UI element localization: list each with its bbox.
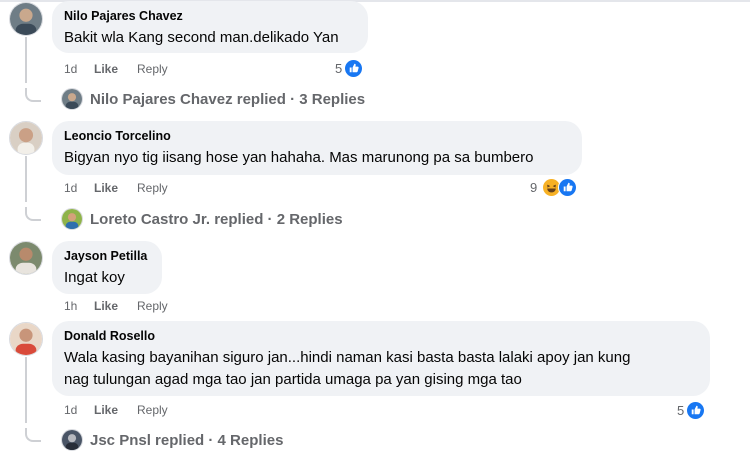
comment-author[interactable]: Jayson Petilla <box>64 249 150 264</box>
view-replies-link[interactable]: Nilo Pajares Chavez replied · 3 Replies <box>90 91 365 109</box>
avatar-icon <box>10 323 42 355</box>
comment-text: Ingat koy <box>64 269 125 286</box>
comment-actions: 1d Like Reply <box>64 181 168 195</box>
like-button[interactable]: Like <box>94 62 137 76</box>
avatar[interactable] <box>9 121 43 155</box>
avatar[interactable] <box>9 2 43 36</box>
comment-actions: 1d Like Reply <box>64 62 168 76</box>
thread-connector <box>25 207 41 221</box>
comment-time[interactable]: 1d <box>64 181 94 195</box>
avatar-icon <box>10 122 42 154</box>
comment-time[interactable]: 1h <box>64 299 94 313</box>
like-icon <box>558 178 578 197</box>
comment-author[interactable]: Leoncio Torcelino <box>64 129 570 144</box>
reply-avatar <box>61 429 83 451</box>
comment-text: Bakit wla Kang second man.delikado Yan <box>64 29 339 46</box>
view-replies-link[interactable]: Jsc Pnsl replied · 4 Replies <box>90 432 283 450</box>
comment-bubble: Leoncio Torcelino Bigyan nyo tig iisang … <box>52 121 582 175</box>
thread-line <box>25 156 27 202</box>
comment-time[interactable]: 1d <box>64 403 94 417</box>
reply-button[interactable]: Reply <box>137 299 168 313</box>
reply-button[interactable]: Reply <box>137 403 168 417</box>
avatar[interactable] <box>9 241 43 275</box>
comment-text-line-2: nag tulungan agad mga tao jan partida um… <box>64 371 522 388</box>
comment-time[interactable]: 1d <box>64 62 94 76</box>
comment-author[interactable]: Donald Rosello <box>64 329 698 344</box>
comment-author[interactable]: Nilo Pajares Chavez <box>64 9 356 24</box>
like-button[interactable]: Like <box>94 181 137 195</box>
avatar-icon <box>10 242 42 274</box>
reaction-summary[interactable]: 5 <box>677 401 706 420</box>
comment-bubble: Donald Rosello Wala kasing bayanihan sig… <box>52 321 710 396</box>
reply-avatar <box>61 88 83 110</box>
reaction-count: 5 <box>677 403 685 418</box>
comment-text: Bigyan nyo tig iisang hose yan hahaha. M… <box>64 149 534 166</box>
comment-bubble: Jayson Petilla Ingat koy <box>52 241 162 294</box>
comment-text-line-1: Wala kasing bayanihan siguro jan...hindi… <box>64 349 631 366</box>
thread-line <box>25 357 27 423</box>
comment-actions: 1d Like Reply <box>64 403 168 417</box>
avatar-icon <box>10 3 42 35</box>
reaction-summary[interactable]: 9 <box>530 178 578 197</box>
view-replies-link[interactable]: Loreto Castro Jr. replied · 2 Replies <box>90 211 343 229</box>
reaction-count: 9 <box>530 180 538 195</box>
like-icon <box>344 59 364 78</box>
like-button[interactable]: Like <box>94 403 137 417</box>
thread-connector <box>25 88 41 102</box>
reaction-count: 5 <box>335 61 343 76</box>
reply-button[interactable]: Reply <box>137 62 168 76</box>
comment-bubble: Nilo Pajares Chavez Bakit wla Kang secon… <box>52 1 368 53</box>
reaction-summary[interactable]: 5 <box>335 59 364 78</box>
like-button[interactable]: Like <box>94 299 137 313</box>
like-icon <box>686 401 706 420</box>
avatar[interactable] <box>9 322 43 356</box>
reply-avatar <box>61 208 83 230</box>
comment-actions: 1h Like Reply <box>64 299 168 313</box>
thread-line <box>25 37 27 83</box>
reply-button[interactable]: Reply <box>137 181 168 195</box>
thread-connector <box>25 428 41 442</box>
